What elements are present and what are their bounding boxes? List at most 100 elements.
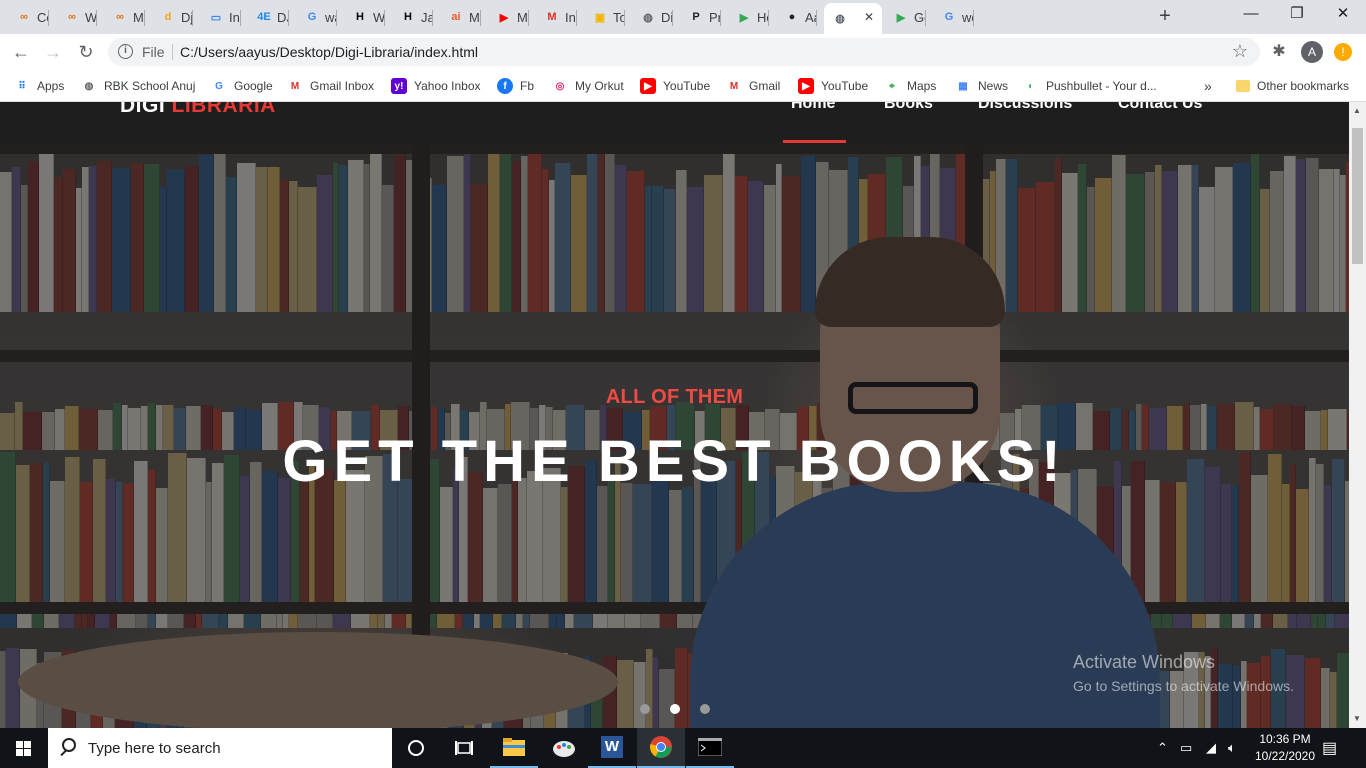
paint-app-icon[interactable] (540, 728, 588, 768)
cortana-icon[interactable] (392, 728, 440, 768)
nav-discussions[interactable]: Discussions (978, 102, 1072, 113)
browser-tab-17[interactable]: ●Aa (776, 3, 817, 31)
globe-icon: ◍ (643, 11, 653, 24)
scrollbar-thumb[interactable] (1352, 128, 1363, 264)
browser-tab-12[interactable]: MInb (536, 3, 577, 31)
bookmark-label: My Orkut (575, 79, 624, 93)
browser-tab-5[interactable]: ▭Intr (200, 3, 241, 31)
bookmark-item[interactable]: ▶ YouTube (640, 76, 710, 96)
browser-tab-10[interactable]: aiME (440, 3, 481, 31)
apps-grid-icon: ⠿ (18, 80, 26, 92)
task-view-icon[interactable] (440, 728, 488, 768)
close-window-button[interactable]: ✕ (1320, 0, 1366, 30)
orkut-icon: ◎ (555, 80, 565, 92)
scroll-up-icon[interactable]: ▲ (1353, 106, 1361, 115)
bookmark-item[interactable]: ◐ Pushbullet - Your d... (1023, 76, 1157, 96)
other-bookmarks-folder[interactable]: Other bookmarks (1236, 76, 1349, 96)
hero-kicker: ALL OF THEM (605, 386, 744, 408)
colab-icon: ∞ (116, 11, 124, 23)
minimize-button[interactable]: — (1228, 0, 1274, 30)
tab-separator (192, 10, 193, 26)
site-logo[interactable]: DIGI LIBRARIA (120, 102, 276, 118)
new-tab-button[interactable]: + (1155, 6, 1175, 26)
nav-books[interactable]: Books (884, 102, 933, 113)
bookmark-star-icon[interactable]: ☆ (1232, 41, 1248, 62)
system-clock[interactable]: 10:36 PM 10/22/2020 (1246, 731, 1324, 765)
browser-tab-11[interactable]: ▶ME (488, 3, 529, 31)
browser-tab-15[interactable]: PPri (680, 3, 721, 31)
browser-tab-7[interactable]: Gwa (296, 3, 337, 31)
facebook-icon: f (497, 78, 513, 94)
bookmark-item[interactable]: ◎ My Orkut (552, 76, 624, 96)
carousel-dot-3[interactable] (700, 704, 710, 714)
browser-tab-1[interactable]: ∞Co (8, 3, 49, 31)
nav-contact-us[interactable]: Contact Us (1118, 102, 1202, 113)
file-explorer-icon[interactable] (490, 728, 538, 768)
browser-tab-16[interactable]: ▶Ho (728, 3, 769, 31)
paint-palette-glyph (553, 741, 575, 757)
bookmark-item[interactable]: ⌖ Maps (884, 76, 936, 96)
forward-button[interactable]: → (41, 40, 65, 64)
browser-tab-14[interactable]: ◍Dig (632, 3, 673, 31)
browser-tab-19[interactable]: ▶Go (885, 3, 926, 31)
profile-avatar[interactable]: A (1301, 41, 1323, 63)
bookmark-item[interactable]: M Gmail (726, 76, 781, 96)
page-scrollbar[interactable]: ▲ ▼ (1349, 102, 1366, 728)
bookmark-item[interactable]: ◍ RBK School Anuj (81, 76, 196, 96)
battery-icon[interactable]: ▭ (1180, 740, 1192, 756)
hackerrank-icon: H (404, 11, 412, 23)
close-tab-icon[interactable]: ✕ (864, 10, 874, 24)
tray-expand-icon[interactable]: ⌃ (1157, 740, 1168, 756)
chrome-logo-icon (650, 736, 672, 758)
carousel-dot-2[interactable] (670, 704, 680, 714)
bookmark-item[interactable]: G Google (211, 76, 273, 96)
update-badge-icon[interactable]: ! (1334, 43, 1352, 61)
nav-home[interactable]: Home (791, 102, 835, 113)
terminal-app-icon[interactable] (686, 728, 734, 768)
tab-separator (288, 10, 289, 26)
bookmark-item[interactable]: ⠿ Apps (14, 76, 64, 96)
volume-icon[interactable]: 🔈︎ (1228, 740, 1236, 756)
browser-tab-9[interactable]: HJav (392, 3, 433, 31)
chrome-app-icon[interactable] (637, 728, 685, 768)
tab-separator (240, 10, 241, 26)
browser-tab-6[interactable]: 4EDJA (248, 3, 289, 31)
browser-tab-2[interactable]: ∞We (56, 3, 97, 31)
p-icon: P (692, 11, 700, 23)
activate-windows-title: Activate Windows (1073, 652, 1216, 672)
taskbar-search-box[interactable]: Type here to search (48, 728, 392, 768)
ai-icon: ai (451, 11, 461, 23)
tab-separator (144, 10, 145, 26)
youtube-icon: ▶ (499, 11, 509, 24)
browser-tab-4[interactable]: dDja (152, 3, 193, 31)
carousel-dot-1[interactable] (640, 704, 650, 714)
maximize-button[interactable]: ❐ (1274, 0, 1320, 30)
url-text[interactable]: C:/Users/aayus/Desktop/Digi-Libraria/ind… (180, 44, 478, 60)
browser-tab-20[interactable]: Gwe (933, 3, 974, 31)
extensions-puzzle-icon[interactable]: ✱ (1268, 41, 1290, 63)
site-info-icon[interactable]: i (118, 44, 133, 59)
bookmark-item[interactable]: y! Yahoo Inbox (391, 76, 481, 96)
play-icon: ▶ (896, 11, 906, 24)
browser-tab-13[interactable]: ▣To- (584, 3, 625, 31)
bookmark-item[interactable]: M Gmail Inbox (287, 76, 374, 96)
browser-tab-18[interactable]: ◍ ✕ (824, 3, 882, 34)
scroll-down-icon[interactable]: ▼ (1353, 714, 1361, 723)
address-bar[interactable]: i File C:/Users/aayus/Desktop/Digi-Libra… (108, 38, 1260, 66)
wifi-icon[interactable]: ◢ (1206, 740, 1216, 756)
tab-strip: ∞Co∞We∞MadDja▭Intr4EDJAGwaHWeHJavaiME▶ME… (0, 0, 1366, 34)
bookmark-item[interactable]: ▦ News (955, 76, 1008, 96)
action-center-icon[interactable]: ▤ (1322, 738, 1337, 758)
bookmark-item[interactable]: ▶ YouTube (798, 76, 868, 96)
gmail-icon: M (547, 11, 557, 23)
tab-separator (336, 10, 337, 26)
word-app-icon[interactable]: W (588, 728, 636, 768)
start-button[interactable] (0, 728, 48, 768)
back-button[interactable]: ← (9, 40, 33, 64)
more-bookmarks-button[interactable]: » (1204, 76, 1212, 96)
bookmark-label: YouTube (663, 79, 711, 93)
reload-button[interactable]: ↻ (74, 40, 98, 64)
browser-tab-3[interactable]: ∞Ma (104, 3, 145, 31)
bookmark-item[interactable]: f Fb (497, 76, 534, 96)
browser-tab-8[interactable]: HWe (344, 3, 385, 31)
